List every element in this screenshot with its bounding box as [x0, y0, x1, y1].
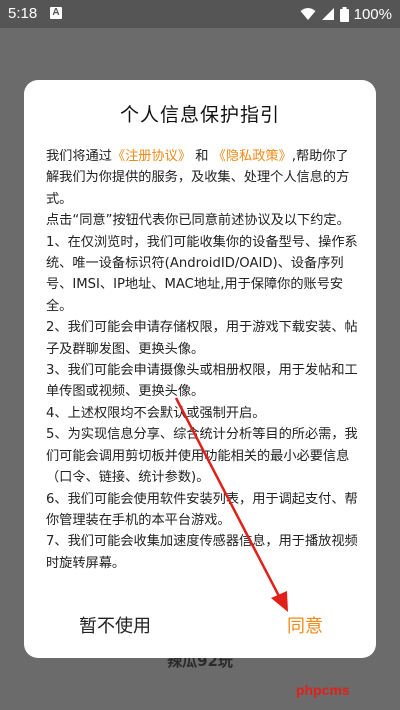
- notification-icon: A: [50, 7, 62, 19]
- status-icons: 100%: [300, 4, 392, 24]
- battery-percent: 100%: [353, 5, 392, 23]
- policy-item-5: 5、为实现信息分享、综合统计分析等目的所必需，我们可能会调用剪切板并使用功能相关…: [46, 427, 358, 486]
- agree-note: 点击“同意”按钮代表你已同意前述协议及以下约定。: [46, 213, 350, 229]
- watermark: phpcms: [296, 682, 350, 698]
- intro-paragraph: 我们将通过《注册协议》 和 《隐私政策》,帮助你了解我们为你提供的服务，及收集、…: [46, 146, 358, 210]
- policy-item-7: 7、我们可能会收集加速度传感器信息，用于播放视频时旋转屏幕。: [46, 534, 358, 571]
- signal-icon: [321, 8, 334, 20]
- intro-text-1: 我们将通过: [46, 149, 112, 164]
- dialog-title: 个人信息保护指引: [119, 104, 280, 126]
- wifi-icon: [300, 8, 316, 20]
- cancel-button[interactable]: 暂不使用: [60, 610, 170, 644]
- status-time: 5:18: [8, 5, 38, 22]
- status-bar: 5:18 A 100%: [0, 0, 400, 28]
- intro-and: 和: [195, 149, 209, 164]
- policy-item-4: 4、上述权限均不会默认或强制开启。: [46, 405, 266, 421]
- privacy-dialog: 个人信息保护指引 我们将通过《注册协议》 和 《隐私政策》,帮助你了解我们为你提…: [24, 80, 376, 658]
- policy-item-2: 2、我们可能会申请存储权限，用于游戏下载安装、帖子及群聊发图、更换头像。: [46, 320, 358, 357]
- policy-item-6: 6、我们可能会使用软件安装列表，用于调起支付、帮你管理装在手机的本平台游戏。: [46, 491, 358, 528]
- policy-item-1: 1、在仅浏览时，我们可能收集你的设备型号、操作系统、唯一设备标识符(Androi…: [46, 234, 358, 314]
- policy-item-3: 3、我们可能会申请摄像头或相册权限，用于发帖和工单传图或视频、更换头像。: [46, 363, 358, 400]
- terms-link[interactable]: 《注册协议》: [112, 149, 191, 164]
- dialog-body: 我们将通过《注册协议》 和 《隐私政策》,帮助你了解我们为你提供的服务，及收集、…: [46, 146, 358, 574]
- privacy-link[interactable]: 《隐私政策》: [213, 149, 292, 164]
- agree-button[interactable]: 同意: [250, 610, 360, 644]
- battery-icon: [339, 6, 349, 22]
